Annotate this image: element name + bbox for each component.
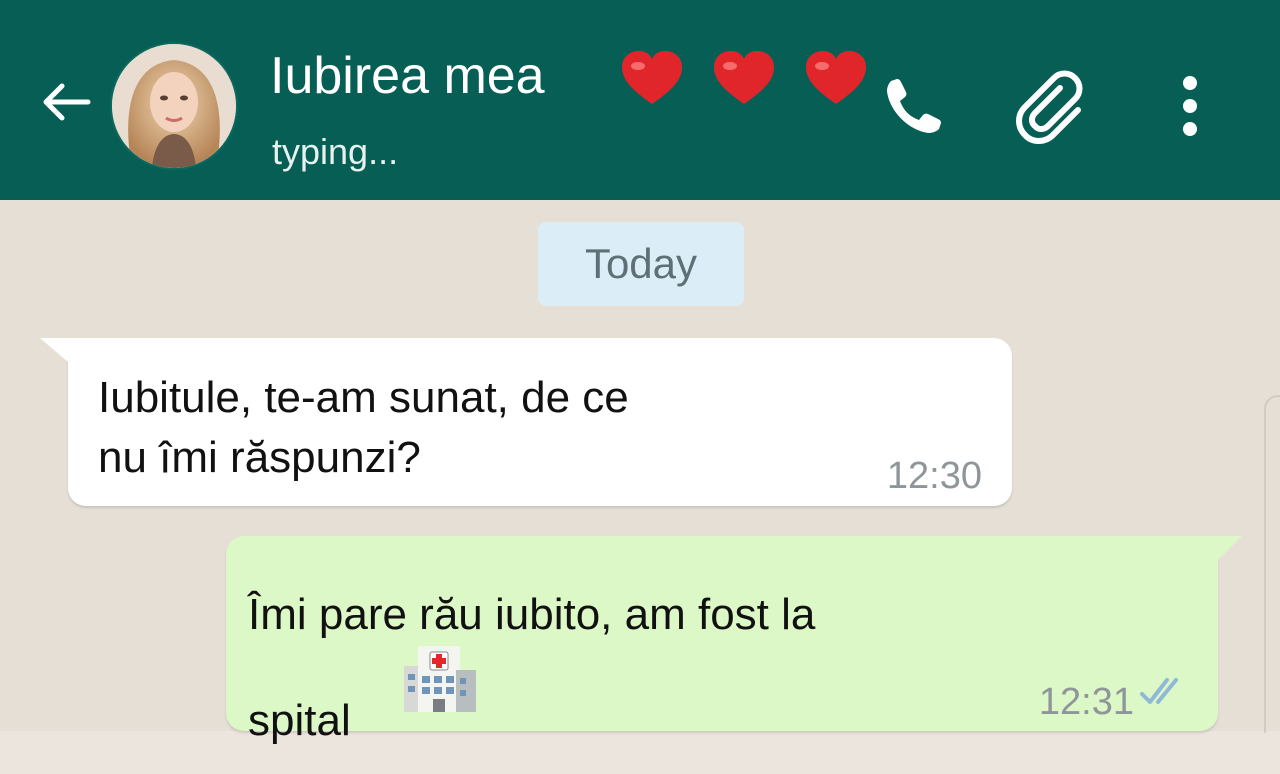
incoming-message[interactable]: Iubitule, te-am sunat, de ce nu îmi răsp… (40, 338, 1012, 506)
heart-icon (622, 51, 682, 104)
typing-status: typing... (272, 131, 399, 172)
contact-name[interactable]: Iubirea mea (270, 44, 545, 108)
paperclip-icon[interactable] (1010, 66, 1090, 146)
chat-header: Iubirea mea typing... (0, 0, 1280, 200)
heart-icon (806, 51, 866, 104)
more-vertical-icon[interactable] (1150, 66, 1230, 146)
double-check-icon (1140, 678, 1178, 704)
heart-icon (714, 51, 774, 104)
message-time: 12:30 (886, 455, 982, 497)
heart-emoji-group (620, 50, 868, 106)
phone-icon[interactable] (874, 66, 954, 146)
message-text: Îmi pare rău iubito, am fost la spital (248, 590, 816, 745)
back-arrow-icon[interactable] (36, 72, 96, 132)
message-text: Iubitule, te-am sunat, de ce nu îmi răsp… (98, 373, 629, 482)
date-chip: Today (538, 222, 744, 306)
outgoing-message[interactable]: Îmi pare rău iubito, am fost la spital 1… (226, 536, 1242, 745)
message-time: 12:31 (1038, 681, 1134, 723)
hospital-emoji-icon (404, 646, 476, 712)
scrollbar-edge[interactable] (1264, 395, 1280, 733)
avatar[interactable] (110, 42, 238, 170)
